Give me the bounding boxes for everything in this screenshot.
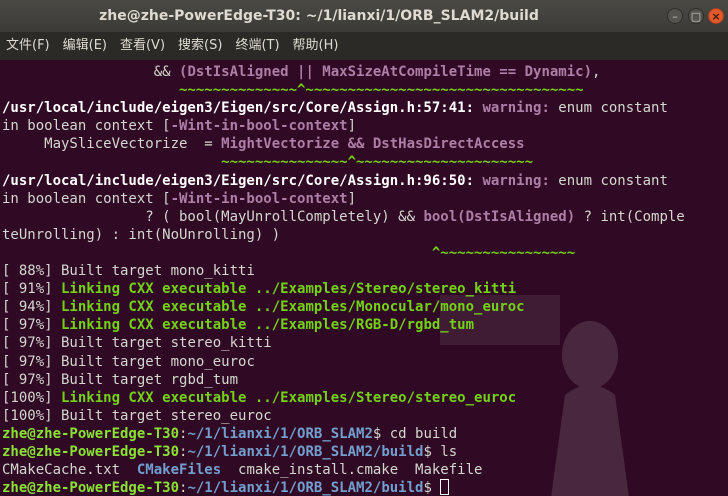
build-line: [ 94%] Linking CXX executable ../Example… bbox=[2, 299, 525, 316]
output-line: ~~~~~~~~~~~~~~^~~~~~~~~~~~~~~~~~~~~~~~~~… bbox=[2, 82, 584, 99]
minimize-button[interactable]: – bbox=[667, 8, 683, 24]
output-line: teUnrolling) : int(NoUnrolling) ) bbox=[2, 226, 281, 243]
prompt-line: zhe@zhe-PowerEdge-T30:~/1/lianxi/1/ORB_S… bbox=[2, 425, 458, 442]
warning-line: /usr/local/include/eigen3/Eigen/src/Core… bbox=[2, 172, 668, 189]
title-bar[interactable]: zhe@zhe-PowerEdge-T30: ~/1/lianxi/1/ORB_… bbox=[0, 0, 728, 32]
output-line: MaySliceVectorize = MightVectorize && Ds… bbox=[2, 136, 525, 153]
build-line: [ 91%] Linking CXX executable ../Example… bbox=[2, 281, 517, 298]
menu-view[interactable]: 查看(V) bbox=[120, 32, 165, 60]
build-line: [100%] Built target stereo_euroc bbox=[2, 407, 272, 424]
menu-edit[interactable]: 编辑(E) bbox=[63, 32, 107, 60]
build-line: [ 97%] Built target mono_euroc bbox=[2, 353, 255, 370]
maximize-button[interactable]: □ bbox=[688, 8, 704, 24]
terminal-area[interactable]: && (DstIsAligned || MaxSizeAtCompileTime… bbox=[0, 60, 728, 496]
output-line: ~~~~~~~~~~~~~~~^~~~~~~~~~~~~~~~~~~~~~ bbox=[2, 154, 534, 171]
build-line: [ 97%] Linking CXX executable ../Example… bbox=[2, 317, 475, 334]
window-title: zhe@zhe-PowerEdge-T30: ~/1/lianxi/1/ORB_… bbox=[99, 8, 539, 24]
prompt-line: zhe@zhe-PowerEdge-T30:~/1/lianxi/1/ORB_S… bbox=[2, 479, 685, 496]
menu-help[interactable]: 帮助(H) bbox=[293, 32, 339, 60]
terminal-output: && (DstIsAligned || MaxSizeAtCompileTime… bbox=[2, 63, 685, 496]
build-line: [ 97%] Built target rgbd_tum bbox=[2, 371, 239, 388]
output-line: && (DstIsAligned || MaxSizeAtCompileTime… bbox=[2, 64, 601, 80]
menu-file[interactable]: 文件(F) bbox=[6, 32, 50, 60]
menu-bar: 文件(F) 编辑(E) 查看(V) 搜索(S) 终端(T) 帮助(H) bbox=[0, 32, 728, 60]
close-button[interactable]: × bbox=[708, 8, 724, 24]
menu-terminal[interactable]: 终端(T) bbox=[235, 32, 279, 60]
output-line: in boolean context [-Wint-in-bool-contex… bbox=[2, 118, 357, 135]
output-line: ? ( bool(MayUnrollCompletely) && bool(Ds… bbox=[2, 208, 685, 225]
text-cursor bbox=[440, 479, 450, 496]
build-line: [100%] Linking CXX executable ../Example… bbox=[2, 389, 517, 406]
prompt-line: zhe@zhe-PowerEdge-T30:~/1/lianxi/1/ORB_S… bbox=[2, 443, 458, 460]
output-line: ^~~~~~~~~~~~~~~~~ bbox=[2, 244, 576, 261]
warning-line: /usr/local/include/eigen3/Eigen/src/Core… bbox=[2, 100, 668, 117]
ls-output: CMakeCache.txt CMakeFiles cmake_install.… bbox=[2, 462, 483, 479]
build-line: [ 97%] Built target stereo_kitti bbox=[2, 335, 272, 352]
output-line: in boolean context [-Wint-in-bool-contex… bbox=[2, 190, 357, 207]
menu-search[interactable]: 搜索(S) bbox=[178, 32, 222, 60]
build-line: [ 88%] Built target mono_kitti bbox=[2, 263, 255, 280]
